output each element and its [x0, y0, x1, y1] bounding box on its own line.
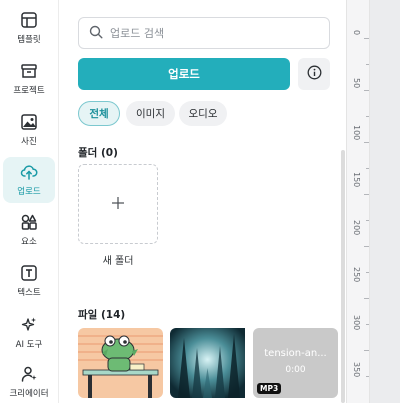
ruler-tick: [364, 194, 369, 195]
design-canvas-area[interactable]: [370, 0, 400, 403]
ruler-label: 50: [352, 78, 361, 89]
plus-icon: [111, 195, 125, 214]
new-folder-button[interactable]: [78, 164, 158, 244]
upload-panel: 업로드 전체 이미지 오디오 폴더 (0) 새 폴더 파일 (14): [58, 0, 345, 403]
filter-chip-audio[interactable]: 오디오: [179, 101, 227, 126]
ruler-tick: [366, 64, 369, 65]
ruler-tick: [366, 168, 369, 169]
ruler-tick: [366, 324, 369, 325]
ruler-tick: [366, 272, 369, 273]
rail-item-ai-tools[interactable]: AI 도구: [3, 310, 55, 356]
project-icon: [20, 62, 38, 80]
photo-icon: [20, 113, 38, 131]
rail-item-projects[interactable]: 프로젝트: [3, 56, 55, 102]
rail-item-creator[interactable]: 크리에이터: [3, 359, 55, 403]
ruler-label: 250: [352, 267, 361, 283]
rail-label-upload: 업로드: [17, 187, 41, 197]
ruler-label: 350: [352, 362, 361, 378]
rail-label-creator: 크리에이터: [9, 389, 49, 399]
crocodile-illustration-thumbnail: [78, 328, 163, 398]
ruler-label: 100: [352, 125, 361, 141]
vertical-ruler: 0 50 100 150 200 250 300 350: [346, 0, 370, 403]
info-button[interactable]: [298, 58, 330, 90]
ruler-label: 150: [352, 172, 361, 188]
upload-button[interactable]: 업로드: [78, 58, 290, 90]
text-icon: [20, 264, 38, 282]
ruler-tick: [366, 116, 369, 117]
template-icon: [20, 11, 38, 29]
rail-item-text[interactable]: 텍스트: [3, 258, 55, 304]
ai-sparkle-icon: [20, 316, 38, 334]
files-section-title: 파일 (14): [78, 309, 126, 321]
rail-item-templates[interactable]: 템플릿: [3, 5, 55, 51]
side-nav-rail: 템플릿 프로젝트 사진 업로드 요소 텍스트 AI 도구 크리에이터: [0, 0, 58, 403]
info-icon: [307, 65, 322, 84]
ruler-label: 300: [352, 315, 361, 331]
ruler-tick: [364, 142, 369, 143]
search-icon: [89, 24, 103, 43]
elements-icon: [20, 213, 38, 231]
rail-label-templates: 템플릿: [17, 35, 41, 45]
ruler-tick: [366, 376, 369, 377]
search-box[interactable]: [78, 17, 330, 49]
filter-chip-all[interactable]: 전체: [78, 101, 120, 126]
upload-cloud-icon: [20, 163, 38, 181]
file-thumbnail-forest[interactable]: [170, 328, 255, 398]
rail-label-ai-tools: AI 도구: [15, 340, 43, 350]
rail-label-photos: 사진: [21, 137, 37, 147]
rail-label-elements: 요소: [21, 237, 37, 247]
search-input[interactable]: [110, 26, 310, 40]
folders-section-title: 폴더 (0): [78, 147, 118, 159]
file-thumbnail-crocodile[interactable]: [78, 328, 163, 398]
ruler-tick: [366, 220, 369, 221]
rail-item-elements[interactable]: 요소: [3, 207, 55, 253]
mp3-badge: MP3: [257, 383, 282, 394]
ruler-tick: [364, 90, 369, 91]
ruler-tick: [364, 350, 369, 351]
ruler-label: 0: [352, 30, 361, 36]
ruler-tick: [364, 246, 369, 247]
audio-file-title: tension-an...: [264, 348, 327, 359]
rail-item-photos[interactable]: 사진: [3, 107, 55, 153]
new-folder-label: 새 폴더: [102, 256, 134, 267]
ruler-tick: [364, 298, 369, 299]
teal-forest-thumbnail: [170, 328, 255, 398]
ruler-label: 200: [352, 220, 361, 236]
ruler-tick: [364, 38, 369, 39]
creator-icon: [20, 365, 38, 383]
file-thumbnail-audio[interactable]: tension-an... 0:00 MP3: [253, 328, 338, 398]
rail-label-projects: 프로젝트: [13, 86, 45, 96]
filter-chip-images[interactable]: 이미지: [126, 101, 175, 126]
rail-label-text: 텍스트: [17, 288, 41, 298]
audio-file-duration: 0:00: [285, 365, 306, 375]
panel-scrollbar[interactable]: [341, 150, 345, 403]
rail-item-upload[interactable]: 업로드: [3, 157, 55, 203]
